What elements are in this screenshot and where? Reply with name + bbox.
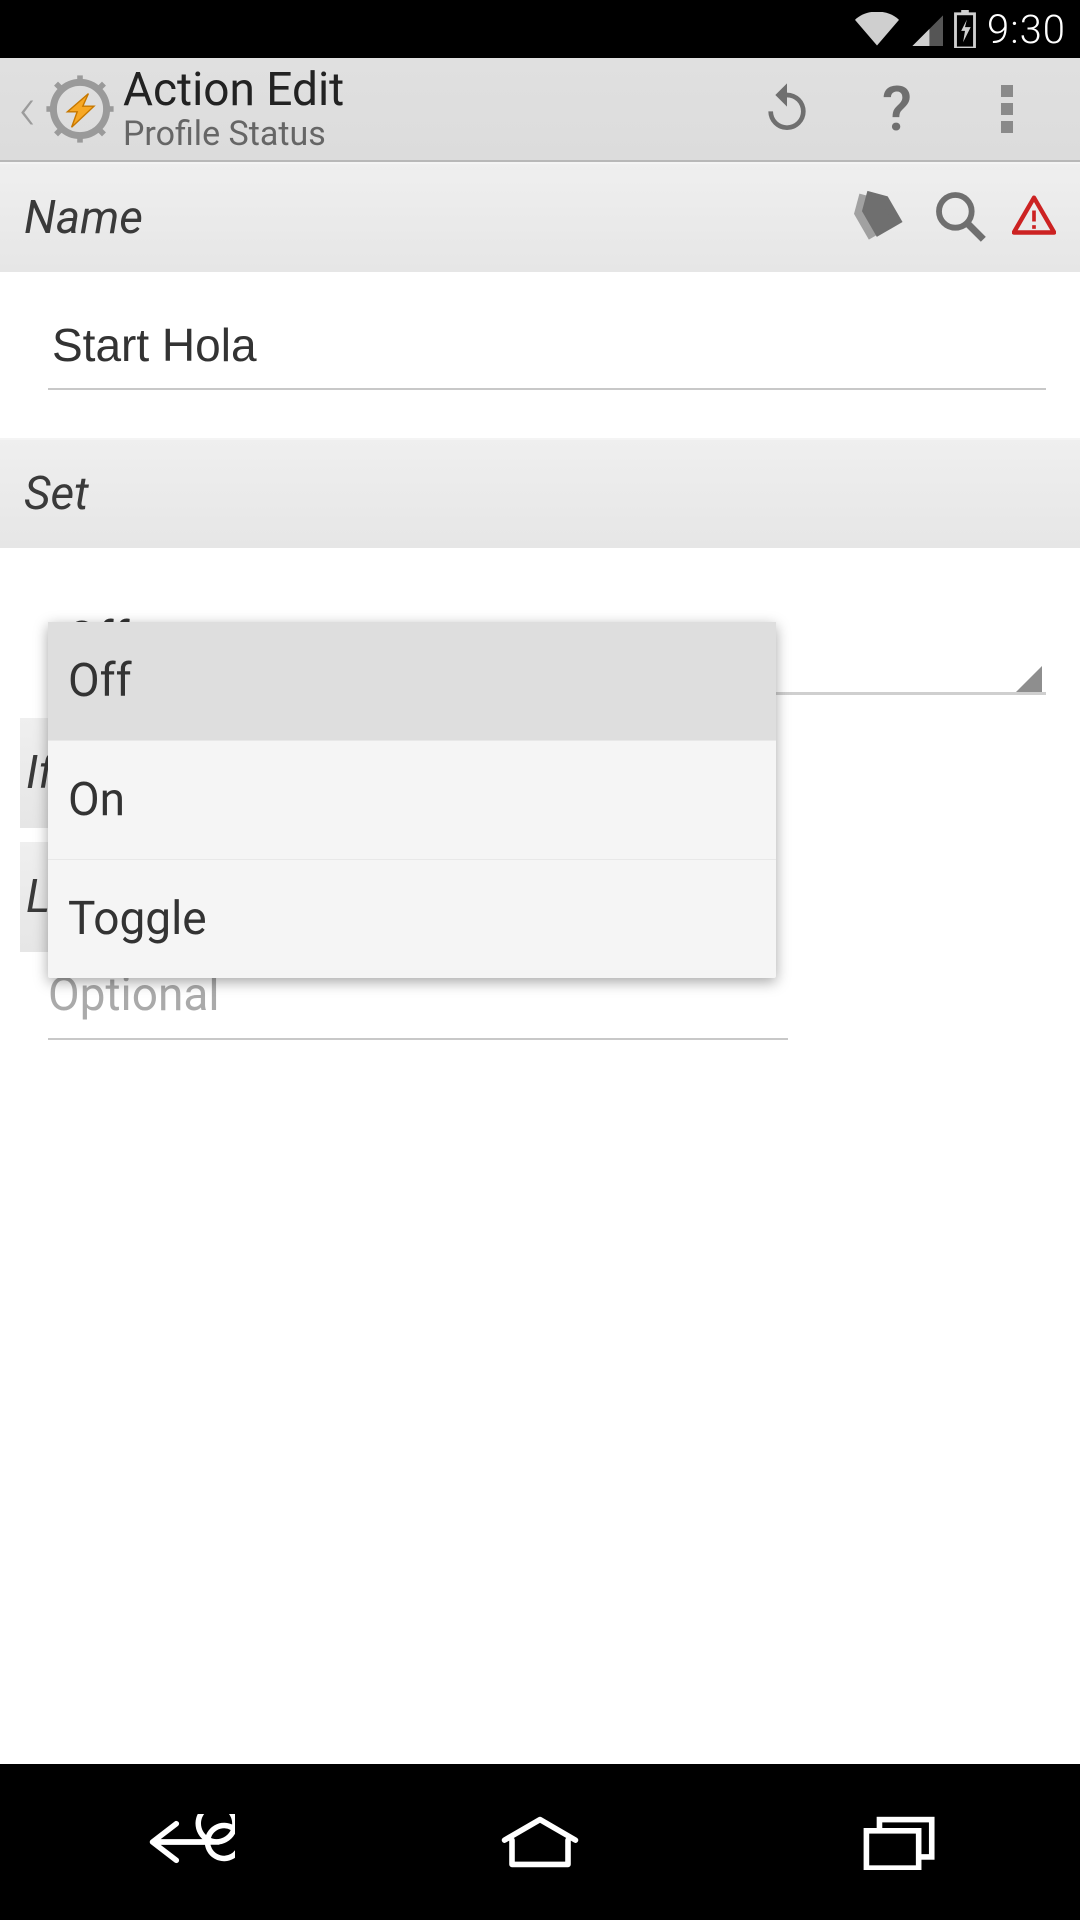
nav-home-icon (490, 1814, 590, 1870)
battery-icon (953, 10, 977, 48)
cell-signal-icon (909, 12, 943, 46)
tasker-gear-icon[interactable] (43, 72, 117, 146)
tag-icon[interactable] (852, 188, 908, 248)
name-input[interactable] (48, 310, 1046, 390)
status-bar: 9:30 (0, 0, 1080, 58)
nav-back-button[interactable] (80, 1792, 280, 1892)
section-name-label: Name (24, 191, 852, 245)
search-icon[interactable] (932, 188, 988, 248)
section-l-label: L (26, 870, 50, 924)
nav-bar (0, 1764, 1080, 1920)
warning-icon[interactable] (1012, 194, 1056, 242)
section-name-header: Name (0, 162, 1080, 272)
help-button[interactable]: ? (842, 57, 952, 161)
section-set-header: Set (0, 438, 1080, 548)
set-option-off[interactable]: Off (48, 622, 776, 741)
optional-hint: Optional (48, 968, 788, 1040)
nav-recent-button[interactable] (800, 1792, 1000, 1892)
set-option-on[interactable]: On (48, 741, 776, 860)
nav-back-icon (125, 1814, 235, 1870)
nav-recent-icon (855, 1814, 945, 1870)
question-icon: ? (882, 73, 912, 146)
undo-button[interactable] (732, 57, 842, 161)
section-set-label: Set (24, 467, 1056, 521)
overflow-icon (1001, 85, 1013, 133)
page-title: Action Edit (123, 65, 344, 116)
page-subtitle: Profile Status (123, 116, 344, 153)
action-bar-titles: Action Edit Profile Status (123, 65, 344, 153)
back-icon[interactable]: ‹ (18, 77, 37, 141)
clock-text: 9:30 (987, 6, 1066, 53)
content: Name Set Off If L Optional Off On Togg (0, 162, 1080, 695)
wifi-icon (855, 12, 899, 46)
set-dropdown: Off On Toggle (48, 622, 776, 978)
set-option-toggle[interactable]: Toggle (48, 860, 776, 978)
name-field-row (0, 272, 1080, 408)
action-bar: ‹ Action Edit Profile Status ? (0, 58, 1080, 162)
nav-home-button[interactable] (440, 1792, 640, 1892)
overflow-button[interactable] (952, 57, 1062, 161)
